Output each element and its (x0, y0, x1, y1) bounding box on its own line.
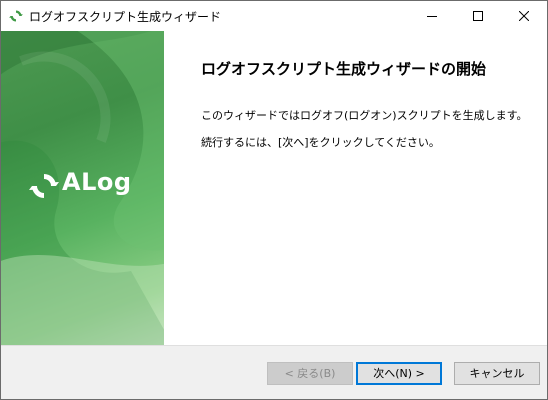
alog-logo-mark-icon (29, 174, 59, 198)
wizard-banner: ALog (1, 31, 164, 345)
title-bar[interactable]: ログオフスクリプト生成ウィザード (1, 1, 547, 31)
next-button[interactable]: 次へ(N) > (356, 362, 442, 385)
window-title: ログオフスクリプト生成ウィザード (29, 10, 222, 24)
back-button[interactable]: < 戻る(B) (267, 362, 353, 385)
cancel-button[interactable]: キャンセル (454, 362, 540, 385)
minimize-icon (427, 16, 437, 17)
alog-app-icon (9, 10, 23, 22)
maximize-icon (473, 11, 483, 21)
wizard-window: ログオフスクリプト生成ウィザード ALog ログオフスクリプト生成ウィザードの開… (0, 0, 548, 400)
instruction-text: 続行するには、[次へ]をクリックしてください。 (201, 136, 440, 149)
close-icon (519, 11, 529, 21)
maximize-button[interactable] (455, 1, 501, 31)
minimize-button[interactable] (409, 1, 455, 31)
close-button[interactable] (501, 1, 547, 31)
logo-text: ALog (62, 168, 132, 196)
page-title: ログオフスクリプト生成ウィザードの開始 (201, 60, 487, 78)
description-text: このウィザードではログオフ(ログオン)スクリプトを生成します。 (201, 109, 528, 122)
wizard-content: ログオフスクリプト生成ウィザードの開始 このウィザードではログオフ(ログオン)ス… (164, 31, 547, 345)
button-bar: < 戻る(B) 次へ(N) > キャンセル (1, 345, 547, 399)
